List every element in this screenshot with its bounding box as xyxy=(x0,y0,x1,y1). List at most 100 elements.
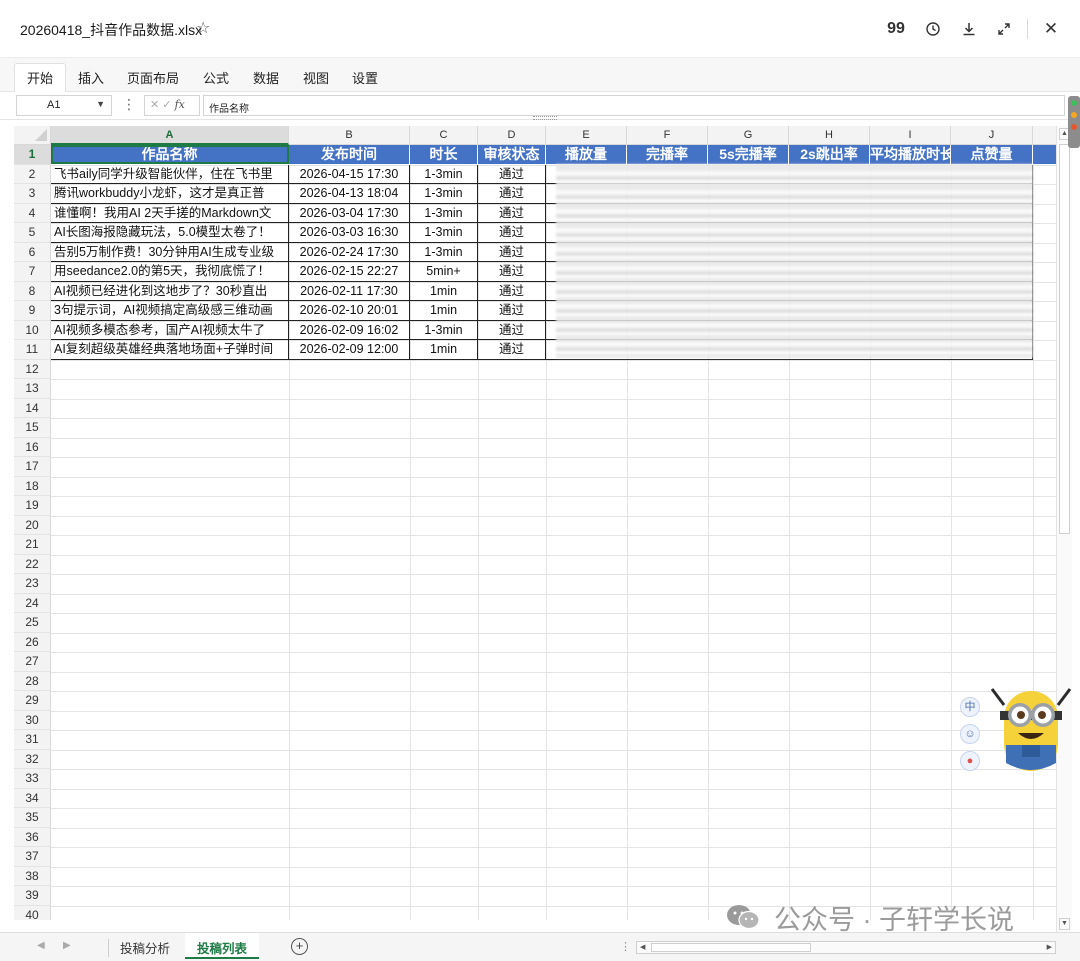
row-header[interactable]: 3 xyxy=(14,184,51,204)
cell-review-status[interactable]: 通过 xyxy=(478,281,546,301)
row-header[interactable]: 13 xyxy=(14,379,51,399)
hscroll-thumb[interactable] xyxy=(651,943,811,952)
cell-duration[interactable]: 1min xyxy=(410,301,478,321)
horizontal-scrollbar[interactable]: ◀ ▶ xyxy=(636,941,1056,954)
row-header[interactable]: 23 xyxy=(14,574,51,594)
row-header[interactable]: 21 xyxy=(14,535,51,555)
hscroll-grip-icon[interactable]: ⋮ xyxy=(620,940,631,953)
function-icon[interactable]: fx xyxy=(175,98,185,111)
cell-title[interactable]: AI长图海报隐藏玩法，5.0模型太卷了！ xyxy=(51,223,289,243)
tab-settings[interactable]: 设置 xyxy=(352,68,378,87)
column-header-a[interactable]: A xyxy=(51,126,289,145)
column-header-b[interactable]: B xyxy=(289,126,410,145)
vertical-scrollbar[interactable]: ▲ ▼ xyxy=(1056,126,1072,932)
scroll-left-icon[interactable]: ◀ xyxy=(640,942,645,953)
sheet-prev-icon[interactable]: ◀ xyxy=(37,940,45,951)
cell-publish-time[interactable]: 2026-03-04 17:30 xyxy=(289,203,410,223)
cell-publish-time[interactable]: 2026-04-15 17:30 xyxy=(289,164,410,184)
cell-duration[interactable]: 5min+ xyxy=(410,262,478,282)
add-sheet-icon[interactable]: + xyxy=(291,938,308,955)
close-icon[interactable]: ✕ xyxy=(1040,18,1062,40)
resize-grip-icon[interactable] xyxy=(533,116,557,120)
row-header[interactable]: 1 xyxy=(14,145,51,165)
row-header[interactable]: 28 xyxy=(14,671,51,691)
column-header-i[interactable]: I xyxy=(870,126,951,145)
select-all-corner[interactable] xyxy=(14,126,51,145)
spreadsheet-grid[interactable]: A B C D E F G H I J 1 2 3 4 5 6 7 8 9 10 11 12 13 14 1… xyxy=(0,126,1056,920)
header-cell-likes[interactable]: 点赞量 xyxy=(951,145,1033,164)
row-header[interactable]: 9 xyxy=(14,301,51,321)
row-header[interactable]: 38 xyxy=(14,866,51,886)
name-box[interactable]: A1 ▼ xyxy=(16,95,112,116)
star-outline-icon[interactable]: ☆ xyxy=(196,18,210,38)
formula-input[interactable]: 作品名称 xyxy=(203,95,1065,116)
side-status-indicator[interactable] xyxy=(1068,96,1080,148)
row-header[interactable]: 20 xyxy=(14,515,51,535)
row-header[interactable]: 29 xyxy=(14,691,51,711)
row-header[interactable]: 36 xyxy=(14,827,51,847)
cell-review-status[interactable]: 通过 xyxy=(478,242,546,262)
row-header[interactable]: 37 xyxy=(14,847,51,867)
tab-formulas[interactable]: 公式 xyxy=(203,68,229,87)
header-cell-review-status[interactable]: 审核状态 xyxy=(478,145,546,164)
scroll-down-icon[interactable]: ▼ xyxy=(1059,918,1070,930)
cell-publish-time[interactable]: 2026-04-13 18:04 xyxy=(289,184,410,204)
row-header[interactable]: 2 xyxy=(14,164,51,184)
row-header[interactable]: 11 xyxy=(14,340,51,360)
tab-view[interactable]: 视图 xyxy=(303,68,329,87)
cell-title[interactable]: 谁懂啊！我用AI 2天手搓的Markdown文 xyxy=(51,203,289,223)
cell-title[interactable]: AI视频多模态参考，国产AI视频太牛了 xyxy=(51,320,289,340)
row-header[interactable]: 6 xyxy=(14,242,51,262)
row-header[interactable]: 5 xyxy=(14,223,51,243)
row-header[interactable]: 27 xyxy=(14,652,51,672)
header-cell-avg-watch-time[interactable]: 平均播放时长 xyxy=(870,145,951,164)
header-cell-duration[interactable]: 时长 xyxy=(410,145,478,164)
cell-publish-time[interactable]: 2026-02-24 17:30 xyxy=(289,242,410,262)
cell-title[interactable]: 飞书aily同学升级智能伙伴，住在飞书里 xyxy=(51,164,289,184)
header-cell-overflow[interactable] xyxy=(1033,145,1056,164)
column-header-d[interactable]: D xyxy=(478,126,546,145)
cell-review-status[interactable]: 通过 xyxy=(478,223,546,243)
cell-title[interactable]: 告别5万制作费！30分钟用AI生成专业级 xyxy=(51,242,289,262)
cell-duration[interactable]: 1-3min xyxy=(410,203,478,223)
row-header[interactable]: 25 xyxy=(14,613,51,633)
cell-publish-time[interactable]: 2026-02-11 17:30 xyxy=(289,281,410,301)
column-header-e[interactable]: E xyxy=(546,126,627,145)
row-header[interactable]: 18 xyxy=(14,476,51,496)
cell-duration[interactable]: 1min xyxy=(410,281,478,301)
row-header[interactable]: 17 xyxy=(14,457,51,477)
cell-review-status[interactable]: 通过 xyxy=(478,164,546,184)
tab-insert[interactable]: 插入 xyxy=(78,68,104,87)
cell-title[interactable]: AI视频已经进化到这地步了？30秒直出 xyxy=(51,281,289,301)
record-icon[interactable]: ● xyxy=(960,751,980,771)
cell-publish-time[interactable]: 2026-03-03 16:30 xyxy=(289,223,410,243)
cell-publish-time[interactable]: 2026-02-10 20:01 xyxy=(289,301,410,321)
row-header[interactable]: 7 xyxy=(14,262,51,282)
quote-icon[interactable]: 99 xyxy=(885,18,907,40)
sheet-tab-analysis[interactable]: 投稿分析 xyxy=(120,938,170,957)
cell-duration[interactable]: 1-3min xyxy=(410,242,478,262)
cell-publish-time[interactable]: 2026-02-15 22:27 xyxy=(289,262,410,282)
tab-data[interactable]: 数据 xyxy=(253,68,279,87)
row-header[interactable]: 22 xyxy=(14,554,51,574)
cell-review-status[interactable]: 通过 xyxy=(478,301,546,321)
history-icon[interactable] xyxy=(922,18,944,40)
row-header[interactable]: 39 xyxy=(14,886,51,906)
more-icon[interactable]: ⋮ xyxy=(122,96,136,113)
row-header[interactable]: 16 xyxy=(14,437,51,457)
row-header[interactable]: 12 xyxy=(14,359,51,379)
cell-review-status[interactable]: 通过 xyxy=(478,340,546,360)
row-header[interactable]: 4 xyxy=(14,203,51,223)
row-header[interactable]: 33 xyxy=(14,769,51,789)
minion-mascot-icon[interactable] xyxy=(982,683,1080,775)
cell-review-status[interactable]: 通过 xyxy=(478,184,546,204)
scrollbar-thumb[interactable] xyxy=(1059,144,1070,534)
cell-duration[interactable]: 1-3min xyxy=(410,164,478,184)
cell-title[interactable]: 腾讯workbuddy小龙虾，这才是真正普 xyxy=(51,184,289,204)
cell-title[interactable]: 3句提示词，AI视频搞定高级感三维动画 xyxy=(51,301,289,321)
row-header[interactable]: 24 xyxy=(14,593,51,613)
header-cell-completion-rate[interactable]: 完播率 xyxy=(627,145,708,164)
cell-publish-time[interactable]: 2026-02-09 12:00 xyxy=(289,340,410,360)
header-cell-2s-bounce[interactable]: 2s跳出率 xyxy=(789,145,870,164)
row-header[interactable]: 10 xyxy=(14,320,51,340)
